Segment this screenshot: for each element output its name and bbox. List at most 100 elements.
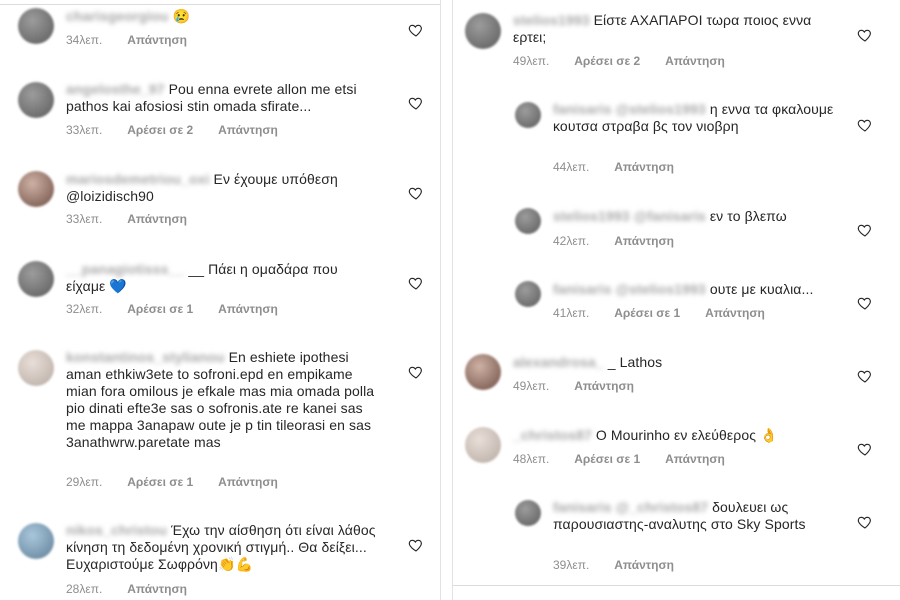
avatar[interactable] [18,8,54,44]
comment-meta: 49λεπ. Απάντηση [513,379,656,393]
reply-button[interactable]: Απάντηση [218,302,278,316]
reply-button[interactable]: Απάντηση [665,452,725,466]
comment-time: 32λεπ. [66,302,103,316]
comment-meta: 29λεπ. Αρέσει σε 1 Απάντηση [66,475,300,489]
likes-count[interactable]: Αρέσει σε 2 [127,123,193,137]
likes-count[interactable]: Αρέσει σε 1 [574,452,640,466]
avatar[interactable] [515,208,541,234]
like-heart-icon[interactable] [408,275,424,291]
likes-count[interactable]: Αρέσει σε 1 [614,306,680,320]
comment-username[interactable]: konstantinos_stylianou [66,349,225,365]
comment-username[interactable]: stelios1993 @fanisaris [553,208,706,224]
reply-button[interactable]: Απάντηση [614,558,674,572]
reply-button[interactable]: Απάντηση [127,582,187,596]
avatar[interactable] [515,500,541,526]
avatar[interactable] [515,102,541,128]
comment-username[interactable]: fanisaris @_christos87 [553,499,708,515]
reply-button[interactable]: Απάντηση [218,123,278,137]
comment-meta: 42λεπ. Απάντηση [553,234,696,248]
comment-username[interactable]: fanisaris @stelios1993 [553,281,706,297]
comment-username[interactable]: _christos87 [513,427,592,443]
reply-button[interactable]: Απάντηση [218,475,278,489]
avatar[interactable] [18,261,54,297]
reply-button[interactable]: Απάντηση [665,54,725,68]
comment-body: nikos_christou Έχω την αίσθηση ότι είναι… [66,522,384,573]
comment-meta: 33λεπ. Αρέσει σε 2 Απάντηση [66,123,300,137]
comment-meta: 28λεπ. Απάντηση [66,582,209,596]
likes-count[interactable]: Αρέσει σε 1 [127,302,193,316]
divider [453,585,900,586]
comment-body: stelios1993 @fanisaris εν το βλεπω [553,208,843,225]
like-heart-icon[interactable] [408,185,424,201]
comment-body: mariosdemetriou_oxi Εν έχουμε υπόθεση @l… [66,171,366,205]
comment-time: 49λεπ. [513,54,550,68]
like-heart-icon[interactable] [857,117,873,133]
avatar[interactable] [515,281,541,307]
like-heart-icon[interactable] [857,368,873,384]
comment-time: 33λεπ. [66,212,103,226]
like-heart-icon[interactable] [408,22,424,38]
reply-button[interactable]: Απάντηση [127,33,187,47]
avatar[interactable] [465,354,501,390]
comment-time: 41λεπ. [553,306,590,320]
comment-time: 33λεπ. [66,123,103,137]
comment-body: fanisaris @stelios1993 η εννα τα φκαλουμ… [553,101,843,135]
comments-panel-left: charisgeorgiou 😢 34λεπ. Απάντηση angelos… [0,0,441,600]
comment-time: 42λεπ. [553,234,590,248]
avatar[interactable] [18,82,54,118]
like-heart-icon[interactable] [857,222,873,238]
comment-meta: 39λεπ. Απάντηση [553,558,696,572]
comment-text: ουτε με κυαλια... [709,281,814,297]
comment-meta: 41λεπ. Αρέσει σε 1 Απάντηση [553,306,787,320]
comment-time: 28λεπ. [66,582,103,596]
comments-panel-right: stelios1993 Είστε ΑΧΑΠΑΡΟΙ τωρα ποιος εν… [452,0,900,600]
comment-username[interactable]: stelios1993 [513,12,590,28]
comment-body: fanisaris @stelios1993 ουτε με κυαλια... [553,281,843,298]
like-heart-icon[interactable] [857,27,873,43]
avatar[interactable] [18,350,54,386]
like-heart-icon[interactable] [408,364,424,380]
comment-text: εν το βλεπω [709,208,787,224]
reply-button[interactable]: Απάντηση [614,160,674,174]
divider [0,4,440,5]
avatar[interactable] [18,171,54,207]
reply-button[interactable]: Απάντηση [614,234,674,248]
comment-text: _ Lathos [607,354,663,370]
comment-meta: 49λεπ. Αρέσει σε 2 Απάντηση [513,54,747,68]
reply-button[interactable]: Απάντηση [574,379,634,393]
comment-body: angelosthe_97 Pou enna evrete allon me e… [66,81,384,115]
comment-username[interactable]: charisgeorgiou [66,8,169,24]
comment-meta: 34λεπ. Απάντηση [66,33,209,47]
reply-button[interactable]: Απάντηση [705,306,765,320]
comment-body: charisgeorgiou 😢 [66,8,366,25]
comment-time: 49λεπ. [513,379,550,393]
comment-meta: 33λεπ. Απάντηση [66,212,209,226]
comment-username[interactable]: fanisaris @stelios1993 [553,101,706,117]
comment-username[interactable]: angelosthe_97 [66,81,165,97]
comment-body: konstantinos_stylianou En eshiete ipothe… [66,349,384,451]
comment-body: __panagiotisss__ __ Πάει η ομαδάρα που ε… [66,261,366,295]
avatar[interactable] [465,427,501,463]
comment-text: Ο Mourinho εν ελεύθερος 👌 [595,427,778,443]
comment-body: alexandrosa_ _ Lathos [513,354,833,371]
comment-username[interactable]: alexandrosa_ [513,354,604,370]
comment-meta: 44λεπ. Απάντηση [553,160,696,174]
like-heart-icon[interactable] [408,537,424,553]
likes-count[interactable]: Αρέσει σε 1 [127,475,193,489]
avatar[interactable] [18,523,54,559]
likes-count[interactable]: Αρέσει σε 2 [574,54,640,68]
reply-button[interactable]: Απάντηση [127,212,187,226]
comment-username[interactable]: nikos_christou [66,522,167,538]
comment-username[interactable]: __panagiotisss__ [66,261,184,277]
comment-time: 44λεπ. [553,160,590,174]
avatar[interactable] [465,13,501,49]
like-heart-icon[interactable] [408,95,424,111]
comment-meta: 32λεπ. Αρέσει σε 1 Απάντηση [66,302,300,316]
like-heart-icon[interactable] [857,441,873,457]
like-heart-icon[interactable] [857,514,873,530]
comment-username[interactable]: mariosdemetriou_oxi [66,171,210,187]
like-heart-icon[interactable] [857,295,873,311]
comment-time: 48λεπ. [513,452,550,466]
comment-body: fanisaris @_christos87 δουλευει ως παρου… [553,499,843,533]
comment-time: 39λεπ. [553,558,590,572]
